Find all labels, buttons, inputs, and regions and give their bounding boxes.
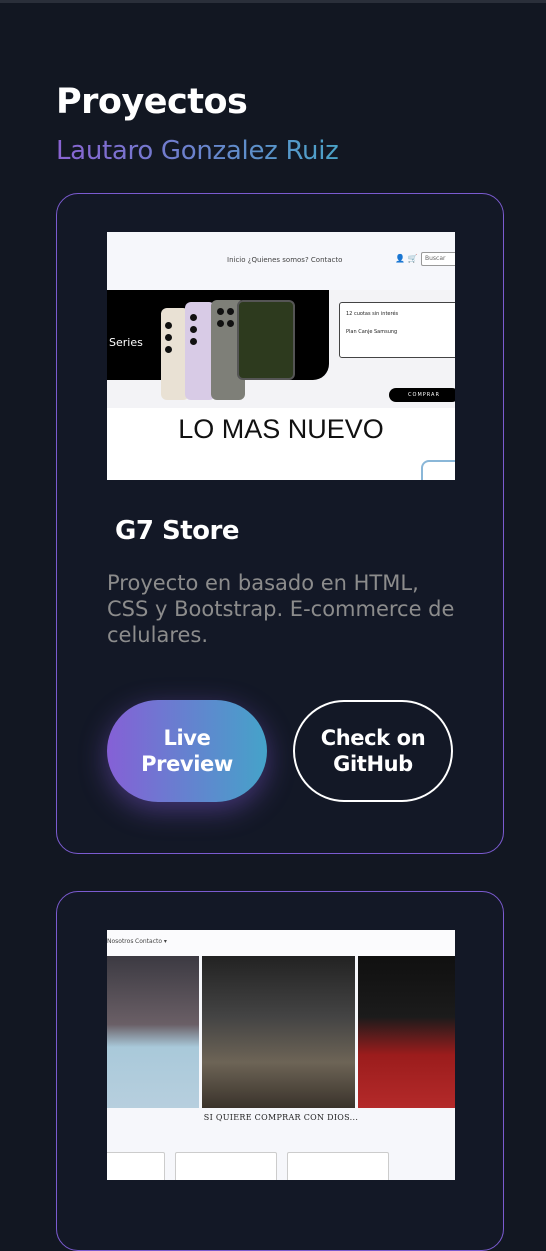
photo-image <box>202 956 355 1108</box>
photo-image <box>358 956 455 1108</box>
preview-navbar: Inicio ¿Quienes somos? Contacto 👤 🛒 Busc… <box>107 232 455 290</box>
banner-series-text: Series <box>109 336 143 349</box>
author-name: Lautaro Gonzalez Ruiz <box>56 136 339 166</box>
project-card: Nosotros Contacto ▾ SI QUIERE COMPRAR CO… <box>56 891 504 1251</box>
preview-search-field: Buscar <box>421 252 455 266</box>
info-line: Plan Canje Samsung <box>346 329 398 335</box>
preview-nav-link: Contacto ▾ <box>135 938 167 945</box>
product-thumbnail <box>175 1152 277 1180</box>
chat-icon <box>421 460 455 480</box>
preview-nav-link: Nosotros <box>107 938 134 945</box>
preview-banner: Series 12 cuotas sin interés Plan Canje … <box>107 290 455 408</box>
product-thumbnail <box>287 1152 389 1180</box>
preview-nav-links: Inicio ¿Quienes somos? Contacto <box>227 256 343 264</box>
preview-headline: SI QUIERE COMPRAR CON DIOS... <box>203 1113 359 1122</box>
project-title: G7 Store <box>115 516 239 546</box>
phone-screen-image <box>237 300 295 380</box>
project-description: Proyecto en basado en HTML, CSS y Bootst… <box>107 571 455 647</box>
live-preview-button[interactable]: Live Preview <box>107 700 267 802</box>
preview-headline: LO MAS NUEVO <box>178 414 384 444</box>
live-preview-label: Live Preview <box>141 726 233 776</box>
info-line: 12 cuotas sin interés <box>346 311 399 317</box>
top-bar <box>0 0 546 3</box>
preview-info-box: 12 cuotas sin interés Plan Canje Samsung <box>339 302 455 358</box>
project-card: Inicio ¿Quienes somos? Contacto 👤 🛒 Busc… <box>56 193 504 854</box>
page-title: Proyectos <box>56 82 248 122</box>
github-button[interactable]: Check on GitHub <box>293 700 453 802</box>
product-thumbnail <box>107 1152 165 1180</box>
github-label: Check on GitHub <box>320 726 426 776</box>
user-cart-icon: 👤 🛒 <box>395 254 418 263</box>
project-preview-image[interactable]: Inicio ¿Quienes somos? Contacto 👤 🛒 Busc… <box>107 232 455 480</box>
preview-navbar: Nosotros Contacto ▾ <box>107 930 455 956</box>
preview-buy-button: COMPRAR <box>389 388 455 402</box>
photo-image <box>107 956 199 1108</box>
project-preview-image[interactable]: Nosotros Contacto ▾ SI QUIERE COMPRAR CO… <box>107 930 455 1180</box>
